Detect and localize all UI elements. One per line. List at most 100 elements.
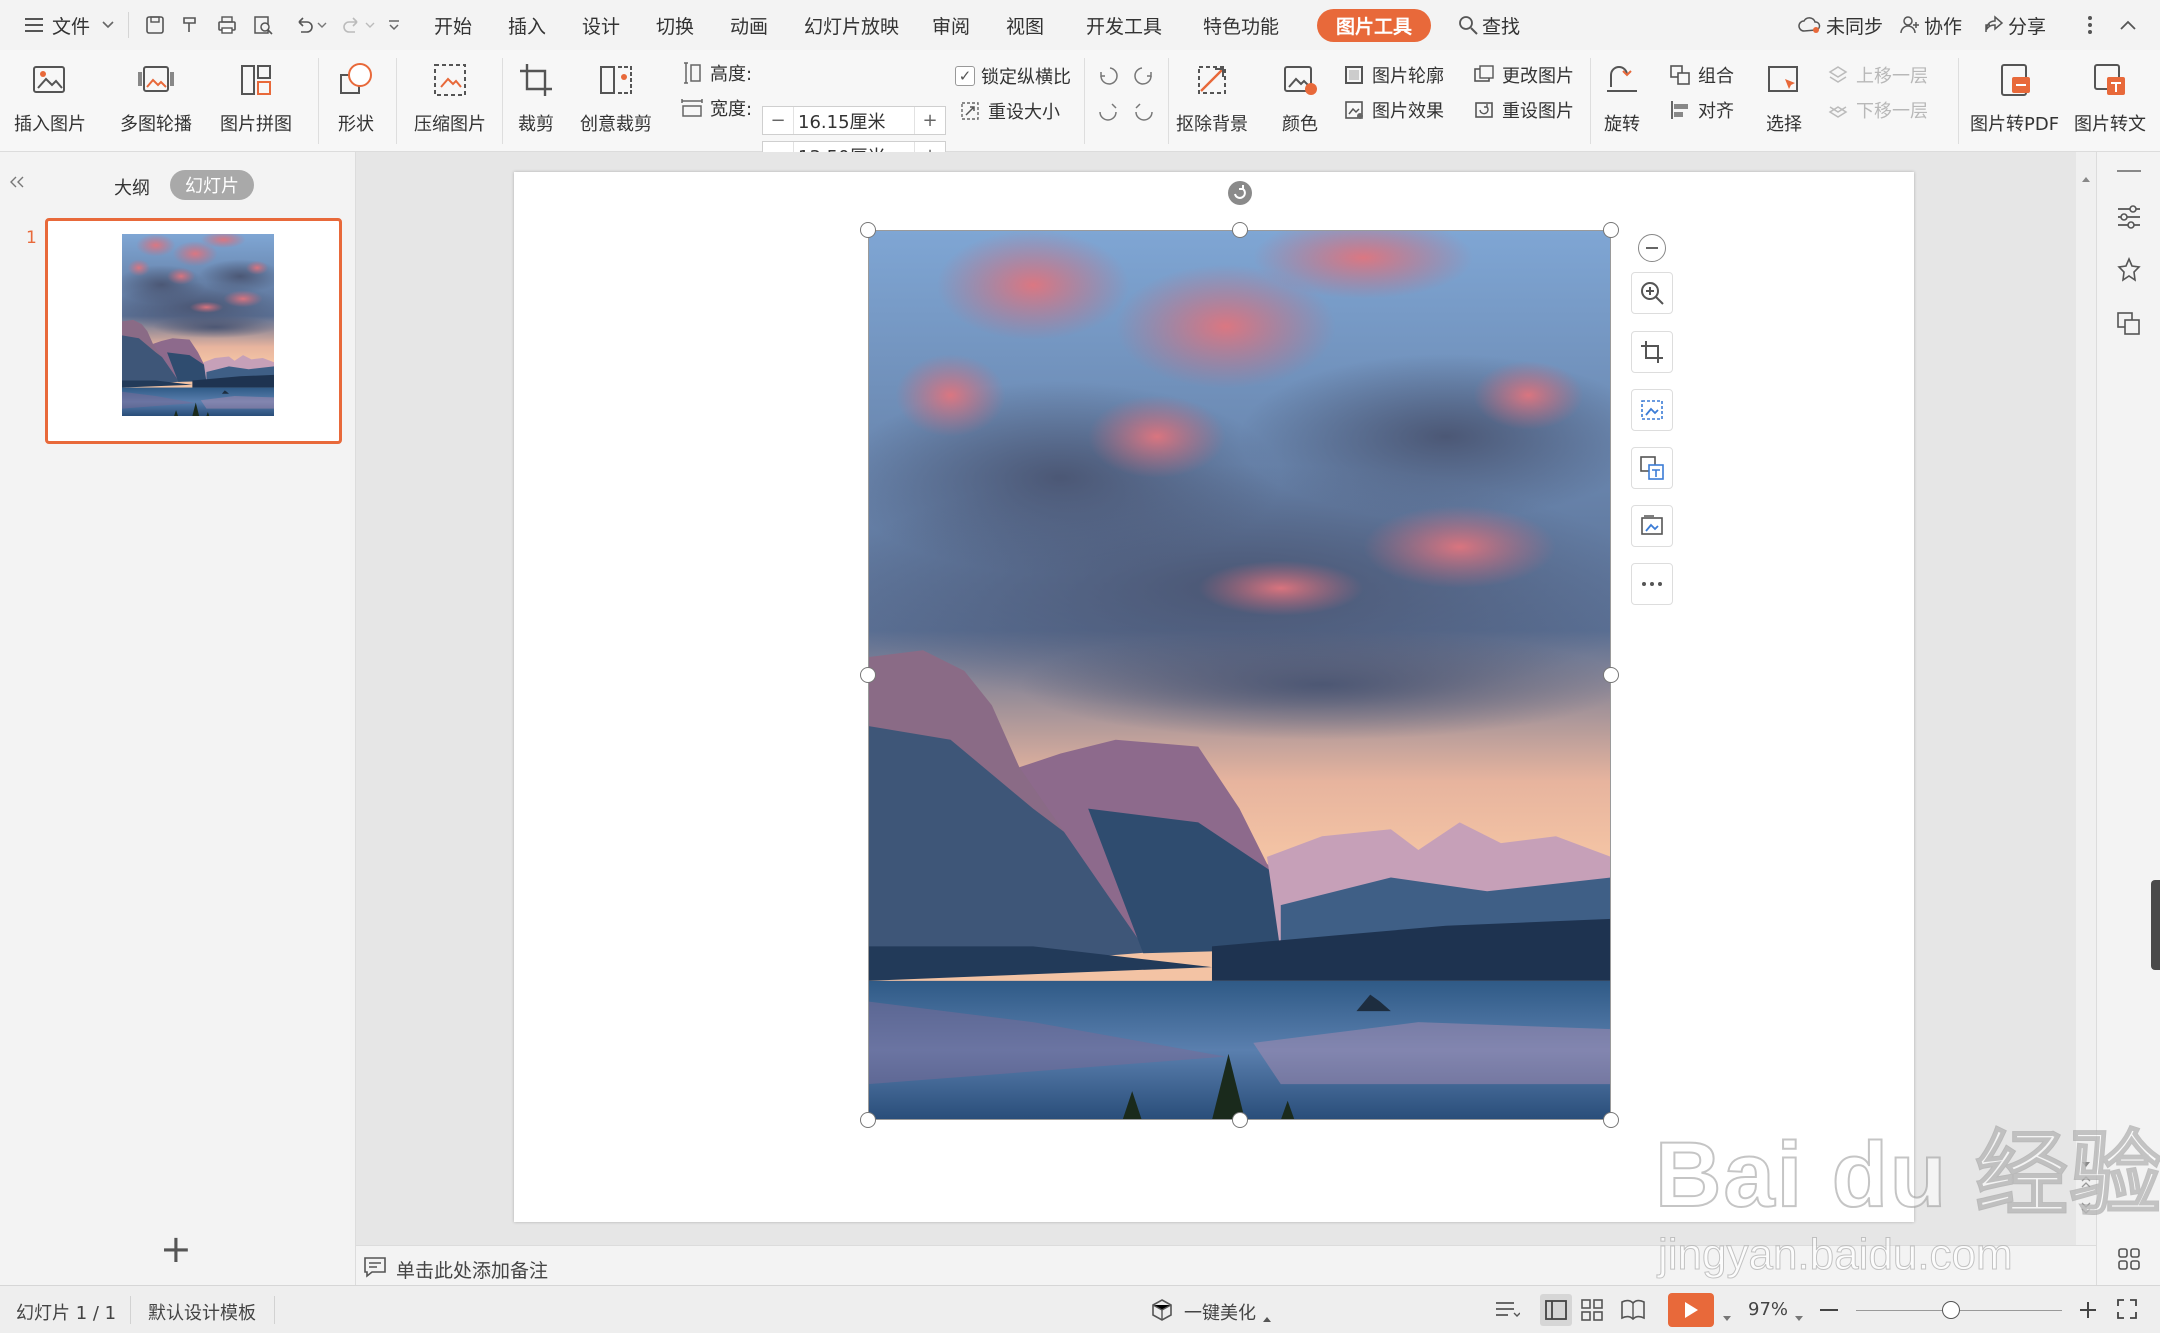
tab-view[interactable]: 视图 [1006,12,1044,39]
rotate-button[interactable]: 旋转 [1600,58,1644,136]
search-label[interactable]: 查找 [1482,12,1520,39]
bring-forward-button[interactable]: 上移一层 [1826,62,1928,88]
resize-handle-top-left[interactable] [860,222,876,238]
more-options-icon[interactable] [1631,563,1673,605]
color-button[interactable]: 颜色 [1278,58,1322,136]
customize-toolbar-icon[interactable] [380,11,408,39]
scroll-down-icon[interactable] [2081,1152,2091,1174]
select-button[interactable]: 选择 [1762,58,1806,136]
picture-effect-button[interactable]: 图片效果 [1342,97,1444,123]
tab-review[interactable]: 审阅 [932,12,970,39]
previous-slide-icon[interactable] [2080,1172,2092,1194]
more-vertical-icon[interactable] [2076,11,2104,39]
zoom-slider-thumb[interactable] [1942,1301,1960,1319]
collapse-ribbon-icon[interactable] [2114,11,2142,39]
undo-dropdown-icon[interactable] [314,11,330,39]
remove-background-button[interactable]: 抠除背景 [1176,58,1248,136]
vertical-scrollbar[interactable] [2076,152,2096,1245]
align-button[interactable]: 对齐 [1668,97,1734,123]
tab-developer[interactable]: 开发工具 [1086,12,1162,39]
tab-home[interactable]: 开始 [434,12,472,39]
collaborate-label[interactable]: 协作 [1924,12,1962,39]
file-menu[interactable]: 文件 [52,12,90,39]
scroll-up-icon[interactable] [2081,166,2091,188]
beautify-dropdown-icon[interactable] [1262,1306,1272,1328]
slide-sorter-view-icon[interactable] [1580,1298,1604,1327]
side-handle[interactable] [2151,880,2160,970]
sync-status[interactable]: 未同步 [1826,12,1883,39]
picture-to-text-button[interactable]: 图片转文 [2074,58,2146,136]
zoom-out-icon[interactable] [1820,1309,1838,1311]
slide-thumbnail[interactable] [45,218,342,444]
multi-carousel-button[interactable]: 多图轮播 [120,58,192,136]
resize-handle-top-right[interactable] [1603,222,1619,238]
transition-icon[interactable] [2115,310,2143,343]
height-input[interactable]: 16.15厘米 [793,107,915,134]
creative-crop-button[interactable]: 创意裁剪 [580,58,652,136]
notes-bar[interactable]: 单击此处添加备注 [356,1245,2096,1285]
remove-background-float-icon[interactable] [1631,389,1673,431]
cloud-sync-icon[interactable] [1796,11,1824,39]
collapse-panel-icon[interactable] [8,172,26,194]
rotate-handle-icon[interactable] [1225,178,1255,208]
resize-handle-left[interactable] [860,667,876,683]
slideshow-dropdown-icon[interactable] [1722,1306,1732,1328]
save-icon[interactable] [141,11,169,39]
reading-view-icon[interactable] [1620,1298,1646,1327]
print-icon[interactable] [213,11,241,39]
tab-slideshow[interactable]: 幻灯片放映 [804,12,899,39]
normal-view-icon[interactable] [1540,1294,1572,1326]
reset-size-button[interactable]: 重设大小 [958,98,1060,124]
crop-float-icon[interactable] [1631,331,1673,373]
height-spinner[interactable]: − 16.15厘米 + [762,106,946,135]
zoom-picture-icon[interactable] [1631,272,1673,314]
notes-placeholder[interactable]: 单击此处添加备注 [396,1256,548,1283]
template-name[interactable]: 默认设计模板 [148,1299,256,1325]
crop-button[interactable]: 裁剪 [514,58,558,136]
format-painter-icon[interactable] [177,11,205,39]
tab-design[interactable]: 设计 [582,12,620,39]
picture-to-text-float-icon[interactable] [1631,447,1673,489]
rotate-left-icon[interactable] [1096,64,1120,93]
picture-collage-button[interactable]: 图片拼图 [220,58,292,136]
beautify-label[interactable]: 一键美化 [1184,1299,1256,1325]
collaborate-icon[interactable] [1896,11,1924,39]
beautify-icon[interactable] [1150,1298,1174,1327]
redo-dropdown-icon[interactable] [362,11,378,39]
change-picture-float-icon[interactable] [1631,505,1673,547]
zoom-in-icon[interactable] [2078,1300,2098,1325]
decrease-height-button[interactable]: − [763,110,793,131]
compress-picture-button[interactable]: 压缩图片 [414,58,486,136]
flip-horizontal-icon[interactable] [1132,100,1156,129]
tab-transition[interactable]: 切换 [656,12,694,39]
chevron-down-icon[interactable] [94,11,122,39]
send-backward-button[interactable]: 下移一层 [1826,97,1928,123]
share-label[interactable]: 分享 [2008,12,2046,39]
notes-toggle-icon[interactable] [1494,1298,1521,1327]
fit-window-icon[interactable] [2116,1298,2138,1325]
resize-handle-right[interactable] [1603,667,1619,683]
tab-animation[interactable]: 动画 [730,12,768,39]
tab-slides[interactable]: 幻灯片 [170,170,254,200]
zoom-level[interactable]: 97% [1748,1299,1788,1320]
tab-insert[interactable]: 插入 [508,12,546,39]
next-slide-icon[interactable] [2080,1198,2092,1220]
insert-picture-button[interactable]: 插入图片 [14,58,86,136]
tab-outline[interactable]: 大纲 [114,174,150,200]
picture-outline-button[interactable]: 图片轮廓 [1342,62,1444,88]
group-button[interactable]: 组合 [1668,62,1734,88]
increase-height-button[interactable]: + [915,110,945,131]
tab-picture-tools[interactable]: 图片工具 [1317,9,1431,42]
shape-button[interactable]: 形状 [334,58,378,136]
print-preview-icon[interactable] [249,11,277,39]
tab-special[interactable]: 特色功能 [1203,12,1279,39]
collapse-float-toolbar-icon[interactable] [1638,234,1666,262]
share-icon[interactable] [1980,11,2008,39]
resize-handle-bottom-right[interactable] [1603,1112,1619,1128]
reset-picture-button[interactable]: 重设图片 [1472,97,1574,123]
resize-handle-bottom-left[interactable] [860,1112,876,1128]
rotate-right-icon[interactable] [1132,64,1156,93]
selected-picture[interactable] [868,230,1611,1120]
change-picture-button[interactable]: 更改图片 [1472,62,1574,88]
lock-ratio-checkbox[interactable]: ✓ 锁定纵横比 [955,63,1071,89]
